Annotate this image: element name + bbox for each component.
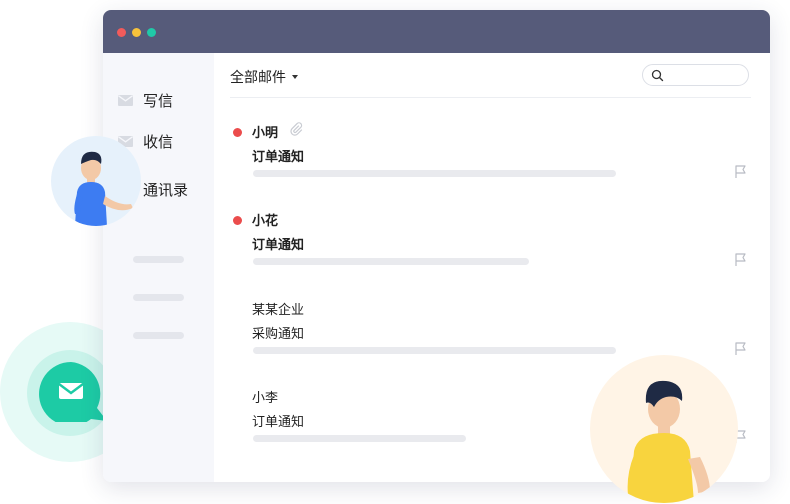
flag-icon[interactable] (734, 252, 748, 267)
flag-icon[interactable] (734, 164, 748, 179)
person-blue-shirt-illustration (74, 151, 133, 226)
title-bar (103, 10, 770, 53)
close-window-button[interactable] (117, 28, 126, 37)
mail-subject: 订单通知 (252, 150, 305, 165)
mail-sender: 小明 (252, 126, 279, 141)
search-icon (651, 69, 664, 82)
sidebar-item-label: 收信 (143, 133, 174, 151)
search-input[interactable] (642, 64, 749, 86)
mail-item[interactable]: 小明 订单通知 (214, 119, 770, 199)
sidebar-item-label: 通讯录 (143, 181, 189, 199)
person-yellow-shirt-illustration (627, 380, 710, 503)
mail-sender: 某某企业 (252, 303, 305, 318)
mail-subject: 订单通知 (252, 415, 305, 430)
sidebar: 写信 收信 通讯录 (103, 53, 214, 482)
sidebar-placeholder-bar (133, 294, 184, 301)
minimize-window-button[interactable] (132, 28, 141, 37)
sidebar-item-compose[interactable]: 写信 (118, 90, 173, 111)
mail-preview-placeholder (253, 258, 529, 265)
folder-label: 全部邮件 (230, 70, 286, 86)
sidebar-item-label: 写信 (143, 92, 174, 110)
mail-sender: 小花 (252, 214, 279, 229)
mail-subject: 订单通知 (252, 238, 305, 253)
attachment-icon (290, 122, 303, 136)
unread-dot (233, 128, 242, 137)
mail-subject: 采购通知 (252, 327, 305, 342)
toolbar-divider (230, 97, 751, 98)
sidebar-item-contacts[interactable]: 通讯录 (143, 179, 188, 200)
user-avatar-illustration (590, 355, 738, 503)
mail-preview-placeholder (253, 435, 466, 442)
maximize-window-button[interactable] (147, 28, 156, 37)
sidebar-placeholder-bar (133, 332, 184, 339)
caret-down-icon (292, 75, 298, 79)
unread-dot (233, 216, 242, 225)
mail-icon (118, 95, 133, 106)
message-bubble-icon (39, 362, 107, 422)
user-avatar-illustration (51, 136, 141, 226)
mail-item[interactable]: 小花 订单通知 (214, 207, 770, 287)
flag-icon[interactable] (734, 341, 748, 356)
mail-sender: 小李 (252, 391, 279, 406)
mail-preview-placeholder (253, 170, 616, 177)
sidebar-placeholder-bar (133, 256, 184, 263)
folder-dropdown[interactable]: 全部邮件 (230, 67, 298, 87)
mail-preview-placeholder (253, 347, 616, 354)
